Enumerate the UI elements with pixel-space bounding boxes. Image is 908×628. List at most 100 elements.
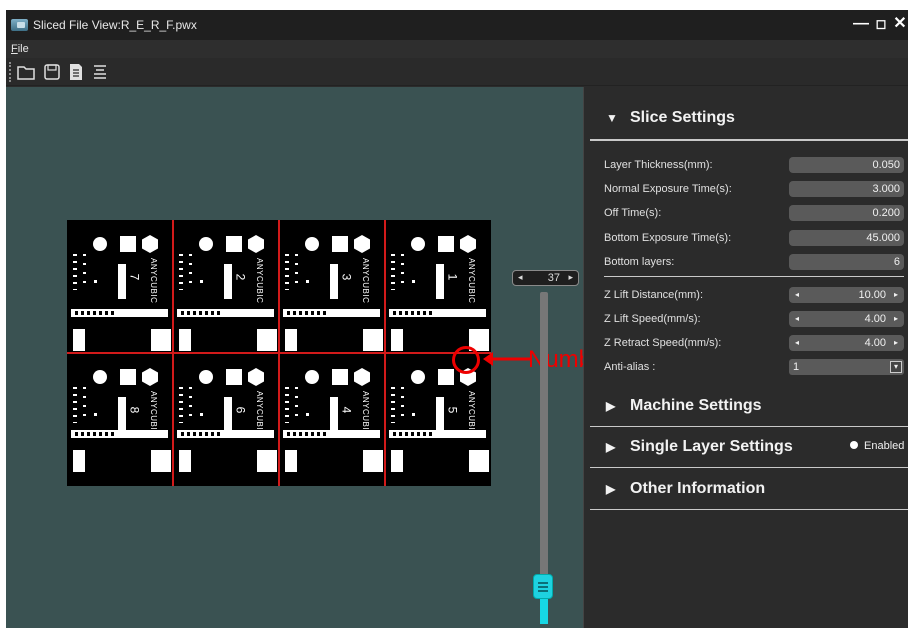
machine-settings-header[interactable]: ▶ Machine Settings bbox=[606, 397, 762, 415]
close-button[interactable]: ✕ bbox=[890, 14, 908, 34]
toolbar bbox=[6, 58, 908, 86]
increment-arrow-icon[interactable]: ▸ bbox=[894, 311, 898, 327]
square-feature bbox=[332, 236, 348, 252]
section-divider bbox=[590, 509, 908, 510]
part-number: 5 bbox=[445, 406, 460, 414]
circle-feature bbox=[305, 237, 319, 251]
row-divider bbox=[604, 276, 904, 277]
increment-arrow-icon[interactable]: ▸ bbox=[894, 335, 898, 351]
other-information-header[interactable]: ▶ Other Information bbox=[606, 480, 765, 498]
layer-spinbox[interactable]: ◂ 37 ▸ bbox=[512, 270, 579, 286]
document-icon[interactable] bbox=[66, 62, 86, 82]
hexagon-feature bbox=[354, 368, 370, 386]
cell-divider bbox=[67, 352, 491, 354]
collapsed-triangle-icon: ▶ bbox=[606, 482, 616, 496]
radio-dot-icon bbox=[850, 441, 858, 449]
expanded-triangle-icon: ▼ bbox=[606, 111, 618, 125]
slice-settings-header[interactable]: ▼ Slice Settings bbox=[606, 109, 735, 127]
decrement-arrow-icon[interactable]: ◂ bbox=[795, 335, 799, 351]
circle-feature bbox=[411, 370, 425, 384]
part-number: 6 bbox=[233, 406, 248, 414]
square-feature bbox=[226, 369, 242, 385]
section-divider bbox=[590, 426, 908, 427]
dropdown-arrow-icon[interactable]: ▾ bbox=[890, 361, 902, 373]
anti-alias-select[interactable]: 1 ▾ bbox=[789, 359, 904, 375]
hexagon-feature bbox=[460, 235, 476, 253]
z-retract-speed-label: Z Retract Speed(mm/s): bbox=[604, 337, 722, 349]
bottom-exposure-field[interactable]: 45.000 bbox=[789, 230, 904, 246]
part-cell: 7 ANYCUBIC bbox=[67, 220, 173, 353]
sliced-file-view-window: Sliced File View:R_E_R_F.pwx — ◻ ✕ File … bbox=[6, 10, 908, 628]
hexagon-feature bbox=[142, 368, 158, 386]
z-retract-speed-spinbox[interactable]: ◂ 4.00 ▸ bbox=[789, 335, 904, 351]
part-number: 1 bbox=[445, 273, 460, 281]
part-cell: 4 ANYCUBIC bbox=[279, 353, 385, 486]
part-number: 8 bbox=[127, 406, 142, 414]
layer-slider-track[interactable] bbox=[540, 292, 548, 622]
maximize-button[interactable]: ◻ bbox=[871, 14, 891, 34]
square-feature bbox=[120, 236, 136, 252]
open-folder-icon[interactable] bbox=[16, 62, 36, 82]
bottom-exposure-label: Bottom Exposure Time(s): bbox=[604, 232, 732, 244]
build-plate: 7 ANYCUBIC 2 ANYCUBIC 3 ANYCUBIC 1 ANYCUBIC … bbox=[67, 220, 491, 486]
layer-slider-handle[interactable] bbox=[533, 574, 553, 599]
increment-arrow-icon[interactable]: ▸ bbox=[894, 287, 898, 303]
part-number: 4 bbox=[339, 406, 354, 414]
menu-file[interactable]: File bbox=[11, 43, 29, 55]
normal-exposure-field[interactable]: 3.000 bbox=[789, 181, 904, 197]
normal-exposure-label: Normal Exposure Time(s): bbox=[604, 183, 732, 195]
layer-thickness-field[interactable]: 0.050 bbox=[789, 157, 904, 173]
list-icon[interactable] bbox=[90, 62, 110, 82]
slice-viewport[interactable]: 7 ANYCUBIC 2 ANYCUBIC 3 ANYCUBIC 1 ANYCUBIC … bbox=[6, 87, 613, 628]
decrement-arrow-icon[interactable]: ◂ bbox=[795, 287, 799, 303]
collapsed-triangle-icon: ▶ bbox=[606, 399, 616, 413]
square-feature bbox=[332, 369, 348, 385]
circle-feature bbox=[199, 237, 213, 251]
single-layer-settings-header[interactable]: ▶ Single Layer Settings bbox=[606, 438, 793, 456]
part-cell: 5 ANYCUBIC bbox=[385, 353, 491, 486]
settings-panel: ▼ Slice Settings Layer Thickness(mm): 0.0… bbox=[583, 87, 908, 628]
decrement-arrow-icon[interactable]: ◂ bbox=[795, 311, 799, 327]
z-lift-distance-spinbox[interactable]: ◂ 10.00 ▸ bbox=[789, 287, 904, 303]
menu-bar: File bbox=[6, 40, 908, 58]
annotation-circle bbox=[452, 346, 480, 374]
part-cell: 3 ANYCUBIC bbox=[279, 220, 385, 353]
toolbar-grip[interactable] bbox=[9, 62, 11, 82]
app-icon bbox=[11, 19, 28, 31]
anti-alias-label: Anti-alias : bbox=[604, 361, 656, 373]
square-feature bbox=[438, 369, 454, 385]
minimize-button[interactable]: — bbox=[851, 14, 871, 34]
z-lift-speed-spinbox[interactable]: ◂ 4.00 ▸ bbox=[789, 311, 904, 327]
hexagon-feature bbox=[248, 368, 264, 386]
window-title: Sliced File View:R_E_R_F.pwx bbox=[33, 18, 197, 32]
save-icon[interactable] bbox=[42, 62, 62, 82]
bottom-layers-field[interactable]: 6 bbox=[789, 254, 904, 270]
collapsed-triangle-icon: ▶ bbox=[606, 440, 616, 454]
part-cell: 8 ANYCUBIC bbox=[67, 353, 173, 486]
hexagon-feature bbox=[354, 235, 370, 253]
square-feature bbox=[438, 236, 454, 252]
square-feature bbox=[120, 369, 136, 385]
part-cell: 6 ANYCUBIC bbox=[173, 353, 279, 486]
z-lift-distance-label: Z Lift Distance(mm): bbox=[604, 289, 704, 301]
circle-feature bbox=[411, 237, 425, 251]
part-logo-text: ANYCUBIC bbox=[255, 258, 264, 304]
circle-feature bbox=[305, 370, 319, 384]
layer-increment-button[interactable]: ▸ bbox=[568, 272, 573, 283]
part-logo-text: ANYCUBIC bbox=[361, 258, 370, 304]
section-divider bbox=[590, 467, 908, 468]
layer-decrement-button[interactable]: ◂ bbox=[518, 272, 523, 283]
z-lift-speed-label: Z Lift Speed(mm/s): bbox=[604, 313, 701, 325]
single-layer-enabled-radio[interactable]: Enabled bbox=[850, 440, 904, 452]
layer-thickness-label: Layer Thickness(mm): bbox=[604, 159, 713, 171]
circle-feature bbox=[93, 370, 107, 384]
part-number: 2 bbox=[233, 273, 248, 281]
part-number: 7 bbox=[127, 273, 142, 281]
circle-feature bbox=[199, 370, 213, 384]
section-divider bbox=[590, 139, 908, 141]
bottom-layers-label: Bottom layers: bbox=[604, 256, 675, 268]
hexagon-feature bbox=[142, 235, 158, 253]
layer-value: 37 bbox=[547, 272, 560, 284]
circle-feature bbox=[93, 237, 107, 251]
off-time-field[interactable]: 0.200 bbox=[789, 205, 904, 221]
